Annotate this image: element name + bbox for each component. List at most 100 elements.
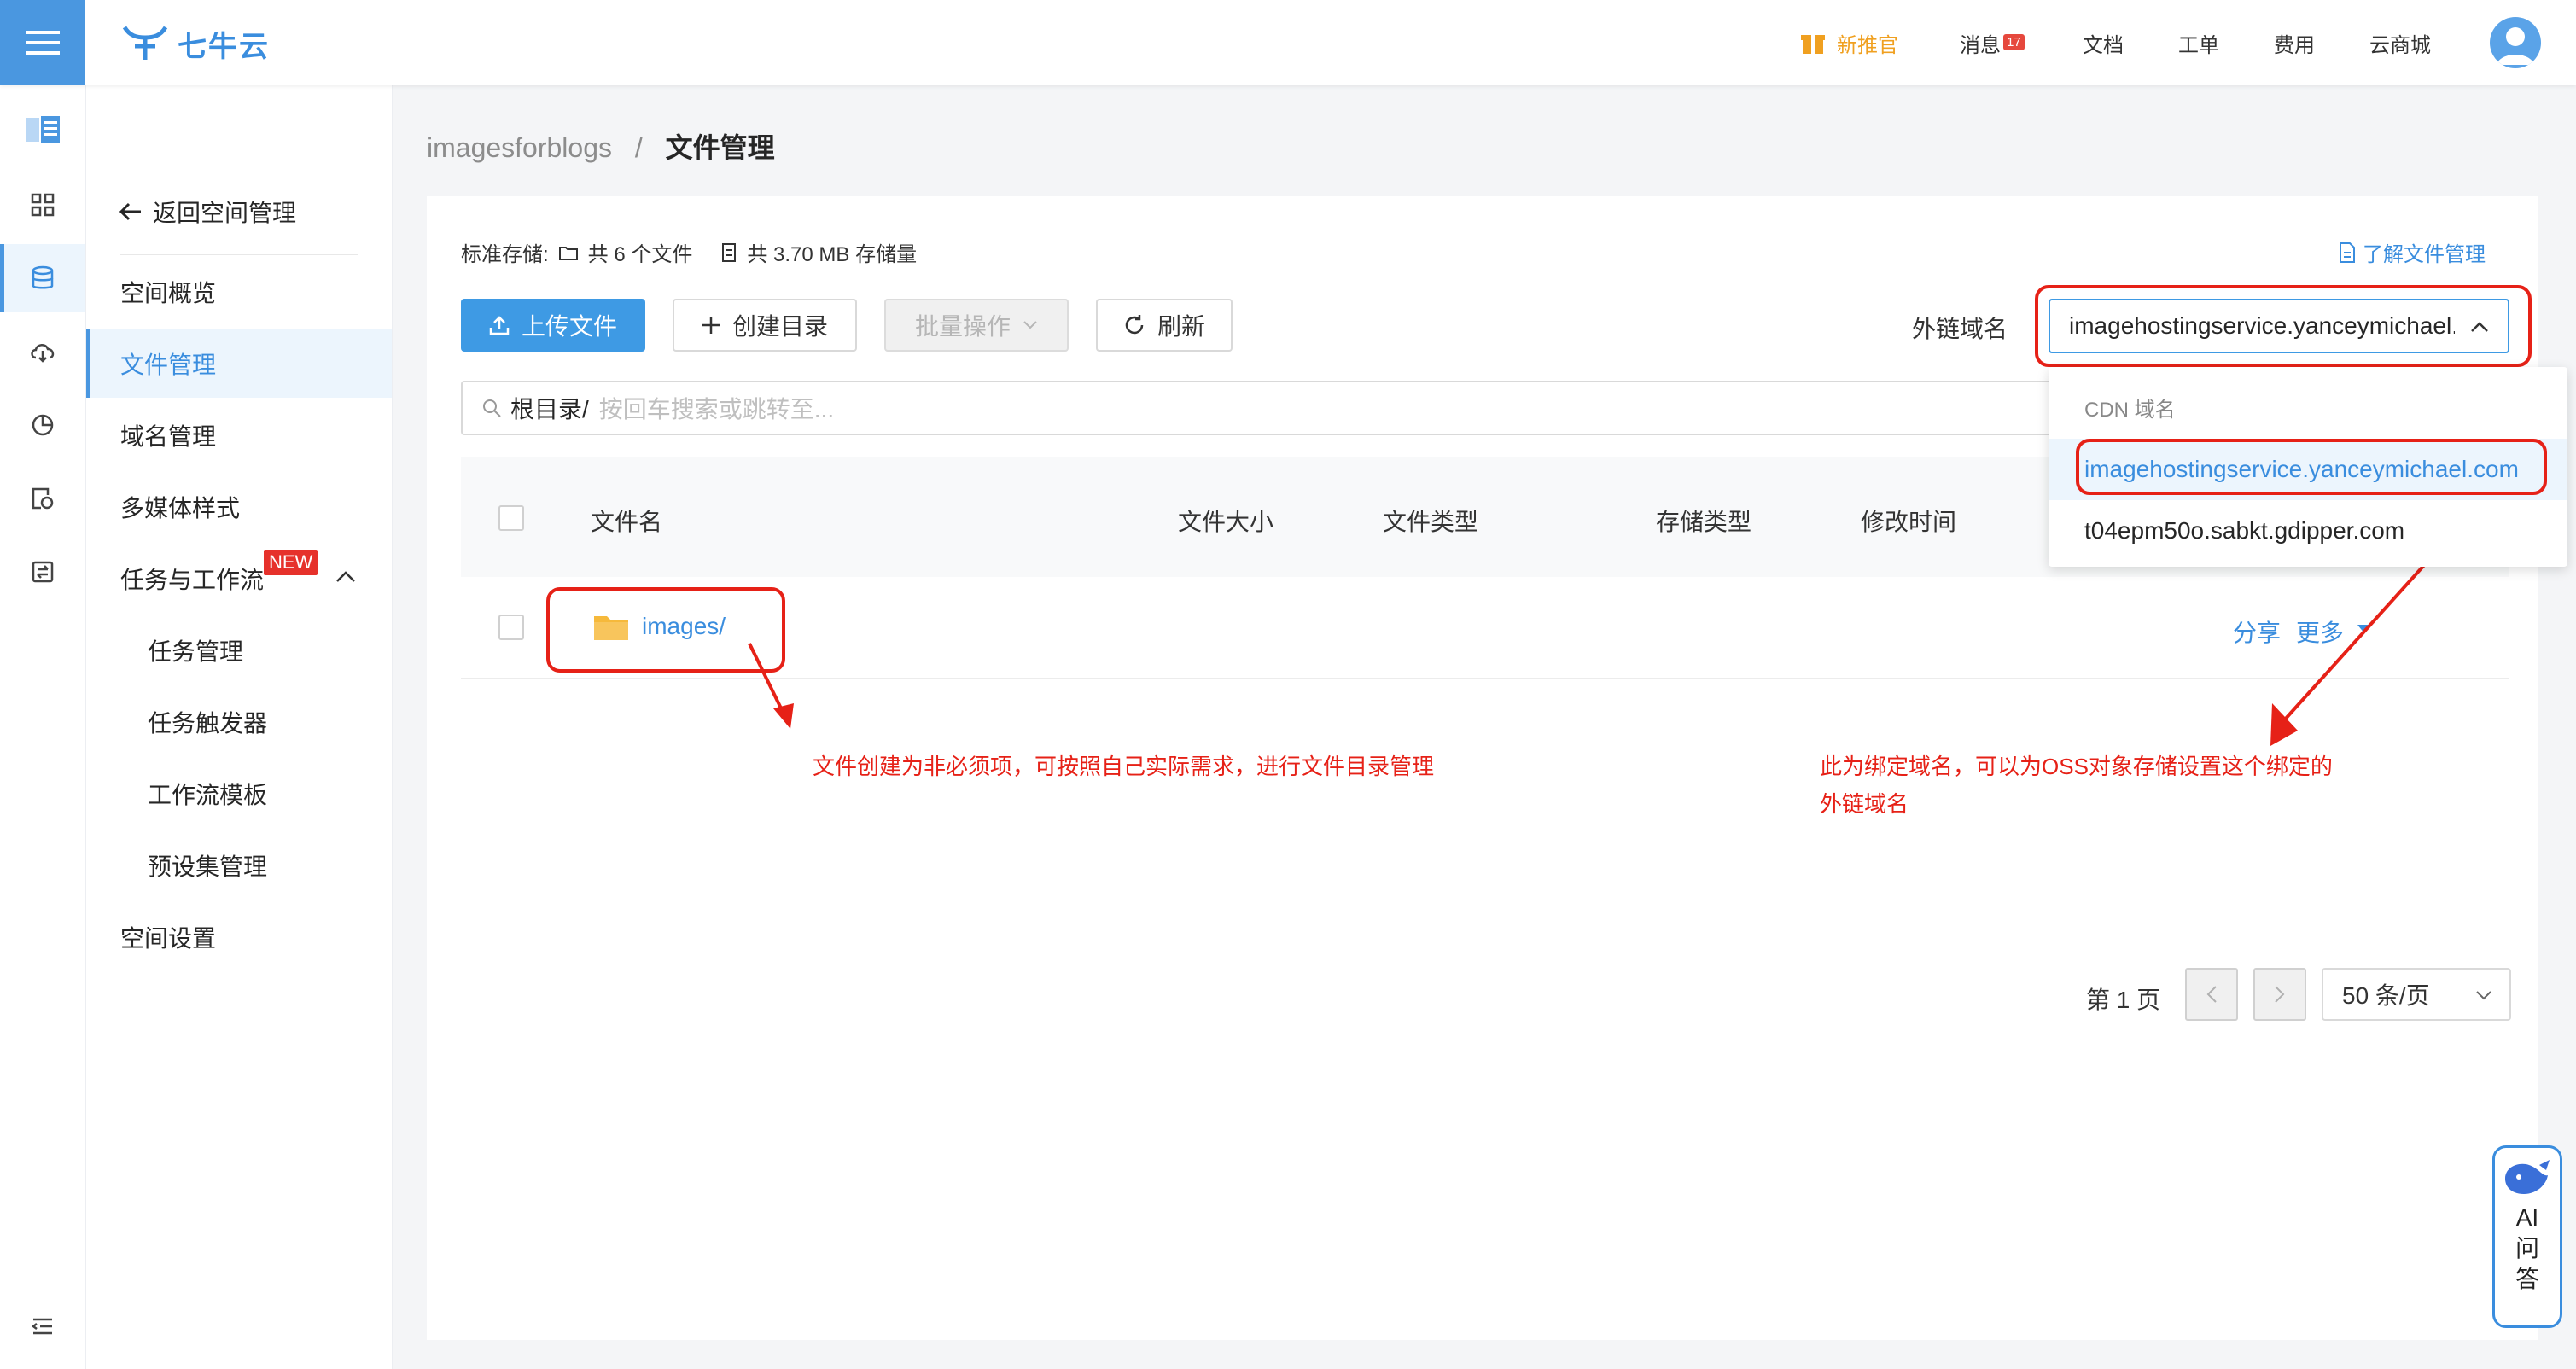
refresh-label: 刷新 xyxy=(1157,313,1205,340)
nav-promo-label: 新推官 xyxy=(1837,33,1898,57)
sidebar-item-task-triggers[interactable]: 任务触发器 xyxy=(86,688,392,756)
nav-marketplace-label: 云商城 xyxy=(2369,33,2431,57)
sidebar-item-workflow-templates[interactable]: 工作流模板 xyxy=(86,760,392,828)
whale-icon xyxy=(2505,1160,2550,1194)
side-nav: 返回空间管理 空间概览 文件管理 域名管理 多媒体样式 任务与工作流 NEW 任… xyxy=(86,85,393,1369)
ai-label-line: AI xyxy=(2515,1204,2539,1231)
rail-item-dashboard[interactable] xyxy=(0,171,85,239)
sidebar-item-label: 工作流模板 xyxy=(148,782,268,808)
top-bar: 七牛云 新推官 消息 17 文档 工单 费用 云商城 xyxy=(0,0,2576,85)
upload-label: 上传文件 xyxy=(521,313,617,340)
sidebar-item-label: 空间概览 xyxy=(120,280,217,306)
cloud-icon xyxy=(31,344,55,363)
learn-file-management-link[interactable]: 了解文件管理 xyxy=(2339,237,2486,267)
hamburger-menu-button[interactable] xyxy=(0,0,85,85)
ai-label-line: 答 xyxy=(2515,1266,2539,1292)
user-avatar[interactable] xyxy=(2490,17,2541,68)
row-checkbox[interactable] xyxy=(498,615,524,640)
upload-icon xyxy=(489,316,510,335)
annotation-arrow-left xyxy=(748,643,794,729)
sidebar-item-overview[interactable]: 空间概览 xyxy=(86,258,392,326)
nav-marketplace[interactable]: 云商城 xyxy=(2369,0,2431,85)
icon-rail xyxy=(0,85,86,1369)
nav-divider xyxy=(120,254,358,255)
rail-item-certificates[interactable] xyxy=(0,464,85,533)
chevron-down-icon xyxy=(1023,321,1037,329)
prev-page-button[interactable] xyxy=(2185,968,2238,1021)
sidebar-item-label: 任务与工作流 xyxy=(120,567,265,593)
ai-label: AI 问 答 xyxy=(2515,1203,2539,1295)
refresh-icon xyxy=(1125,315,1144,335)
message-count-badge: 17 xyxy=(2003,33,2025,50)
new-badge: NEW xyxy=(264,550,318,575)
select-all-checkbox[interactable] xyxy=(498,505,524,531)
nav-docs-label: 文档 xyxy=(2083,33,2124,57)
grid-icon xyxy=(31,193,55,217)
bucket-stats: 标准存储: 共 6 个文件 共 3.70 MB 存储量 xyxy=(461,237,917,267)
breadcrumb-bucket[interactable]: imagesforblogs xyxy=(427,132,612,163)
document-check-icon xyxy=(32,487,54,510)
create-directory-label: 创建目录 xyxy=(731,313,828,340)
chevron-left-icon xyxy=(2206,986,2217,1003)
nav-messages[interactable]: 消息 17 xyxy=(1960,0,2025,85)
sidebar-item-domains[interactable]: 域名管理 xyxy=(86,401,392,469)
rail-item-transfer[interactable] xyxy=(0,538,85,606)
nav-messages-label: 消息 xyxy=(1960,33,2001,57)
sidebar-item-media-styles[interactable]: 多媒体样式 xyxy=(86,473,392,541)
next-page-button[interactable] xyxy=(2253,968,2306,1021)
ai-assistant-button[interactable]: AI 问 答 xyxy=(2492,1145,2562,1328)
rail-item-object-storage[interactable] xyxy=(0,244,85,312)
rail-item-analytics[interactable] xyxy=(0,391,85,459)
upload-button[interactable]: 上传文件 xyxy=(461,299,645,352)
folder-outline-icon xyxy=(558,246,578,260)
annotation-note-left: 文件创建为非必须项，可按照自己实际需求，进行文件目录管理 xyxy=(813,754,1435,779)
sidebar-item-tasks-workflows[interactable]: 任务与工作流 NEW xyxy=(86,545,392,613)
ai-label-line: 问 xyxy=(2515,1235,2539,1261)
nav-promo[interactable]: 新推官 xyxy=(1801,0,1898,85)
current-page-label: 第 1 页 xyxy=(2086,987,2161,1013)
sidebar-item-presets[interactable]: 预设集管理 xyxy=(86,831,392,900)
domain-option[interactable]: t04epm50o.sabkt.gdipper.com xyxy=(2049,500,2567,562)
rail-item-collapse[interactable] xyxy=(0,1292,85,1360)
search-placeholder: 按回车搜索或跳转至... xyxy=(598,396,835,422)
sidebar-item-label: 任务管理 xyxy=(148,638,244,665)
column-header-storage-class[interactable]: 存储类型 xyxy=(1656,504,1751,538)
rail-item-cdn[interactable] xyxy=(0,317,85,386)
page-size-select[interactable]: 50 条/页 xyxy=(2322,968,2511,1021)
pie-chart-icon xyxy=(32,414,54,436)
sidebar-item-bucket-settings[interactable]: 空间设置 xyxy=(86,903,392,971)
nav-docs[interactable]: 文档 xyxy=(2083,0,2124,85)
sidebar-item-task-management[interactable]: 任务管理 xyxy=(86,616,392,684)
transfer-icon xyxy=(32,561,54,583)
batch-operations-label: 批量操作 xyxy=(914,313,1011,340)
refresh-button[interactable]: 刷新 xyxy=(1096,299,1233,352)
search-path-prefix: 根目录/ xyxy=(510,396,589,422)
sidebar-item-label: 空间设置 xyxy=(120,925,217,952)
chevron-up-icon xyxy=(336,571,355,582)
column-header-modified[interactable]: 修改时间 xyxy=(1861,504,1956,538)
sidebar-item-file-management[interactable]: 文件管理 xyxy=(86,329,392,398)
column-header-type[interactable]: 文件类型 xyxy=(1383,504,1478,538)
back-to-buckets-link[interactable]: 返回空间管理 xyxy=(119,195,296,229)
brand-logo[interactable]: 七牛云 xyxy=(121,22,270,65)
annotation-note-right-line2: 外链域名 xyxy=(1820,791,1909,817)
column-header-name[interactable]: 文件名 xyxy=(591,504,662,538)
batch-operations-button[interactable]: 批量操作 xyxy=(884,299,1069,352)
qiniu-logo-icon xyxy=(122,26,168,60)
nav-tickets-label: 工单 xyxy=(2178,33,2219,57)
sidebar-item-label: 预设集管理 xyxy=(148,853,268,880)
nav-tickets[interactable]: 工单 xyxy=(2178,0,2219,85)
nav-billing[interactable]: 费用 xyxy=(2274,0,2315,85)
plus-icon xyxy=(702,317,720,334)
annotation-highlight-domain-select xyxy=(2035,285,2532,367)
storage-grid-icon xyxy=(26,116,60,143)
rail-item-storage-overview[interactable] xyxy=(0,96,85,164)
annotation-highlight-domain-option xyxy=(2076,439,2547,495)
collapse-menu-icon xyxy=(32,1318,52,1335)
chevron-right-icon xyxy=(2275,986,2285,1003)
chevron-down-icon xyxy=(2476,991,2491,1000)
column-header-size[interactable]: 文件大小 xyxy=(1178,504,1273,538)
create-directory-button[interactable]: 创建目录 xyxy=(673,299,857,352)
gift-icon xyxy=(1801,35,1825,54)
search-icon xyxy=(483,399,501,417)
